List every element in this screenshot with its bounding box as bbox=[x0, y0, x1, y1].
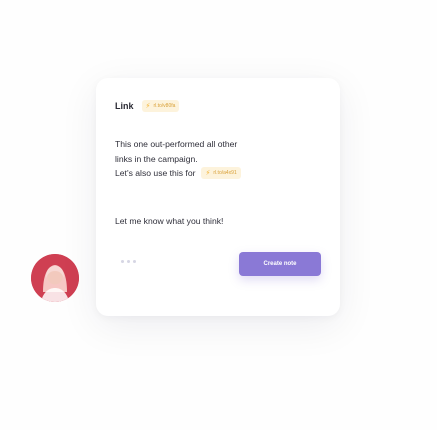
typing-dot bbox=[127, 260, 130, 263]
message-line-3: Let's also use this for ⚡ rl.to/a4x91 bbox=[115, 166, 320, 181]
typing-dot bbox=[121, 260, 124, 263]
message-line-2: links in the campaign. bbox=[115, 153, 198, 164]
message-line-3-text: Let's also use this for bbox=[115, 168, 196, 178]
link-label: Link bbox=[115, 101, 134, 111]
inline-link-chip-url: rl.to/a4x91 bbox=[213, 170, 237, 176]
link-row: Link ⚡ rl.to/v80fa bbox=[115, 100, 180, 112]
avatar-image bbox=[31, 254, 79, 302]
inline-link-chip[interactable]: ⚡ rl.to/a4x91 bbox=[201, 167, 241, 180]
message-card: Link ⚡ rl.to/v80fa This one out-performe… bbox=[96, 78, 340, 316]
stage: Link ⚡ rl.to/v80fa This one out-performe… bbox=[0, 0, 437, 430]
message-line-1: This one out-performed all other bbox=[115, 139, 238, 149]
message-body: This one out-performed all other links i… bbox=[115, 137, 320, 181]
link-chip-url: rl.to/v80fa bbox=[153, 103, 176, 109]
link-chip[interactable]: ⚡ rl.to/v80fa bbox=[141, 100, 180, 112]
lightning-icon: ⚡ bbox=[205, 169, 211, 177]
message-closing: Let me know what you think! bbox=[115, 216, 224, 226]
lightning-icon: ⚡ bbox=[145, 102, 151, 110]
create-note-button[interactable]: Create note bbox=[239, 252, 321, 276]
avatar[interactable] bbox=[31, 254, 79, 302]
typing-dots-icon bbox=[121, 260, 136, 263]
typing-dot bbox=[133, 260, 136, 263]
